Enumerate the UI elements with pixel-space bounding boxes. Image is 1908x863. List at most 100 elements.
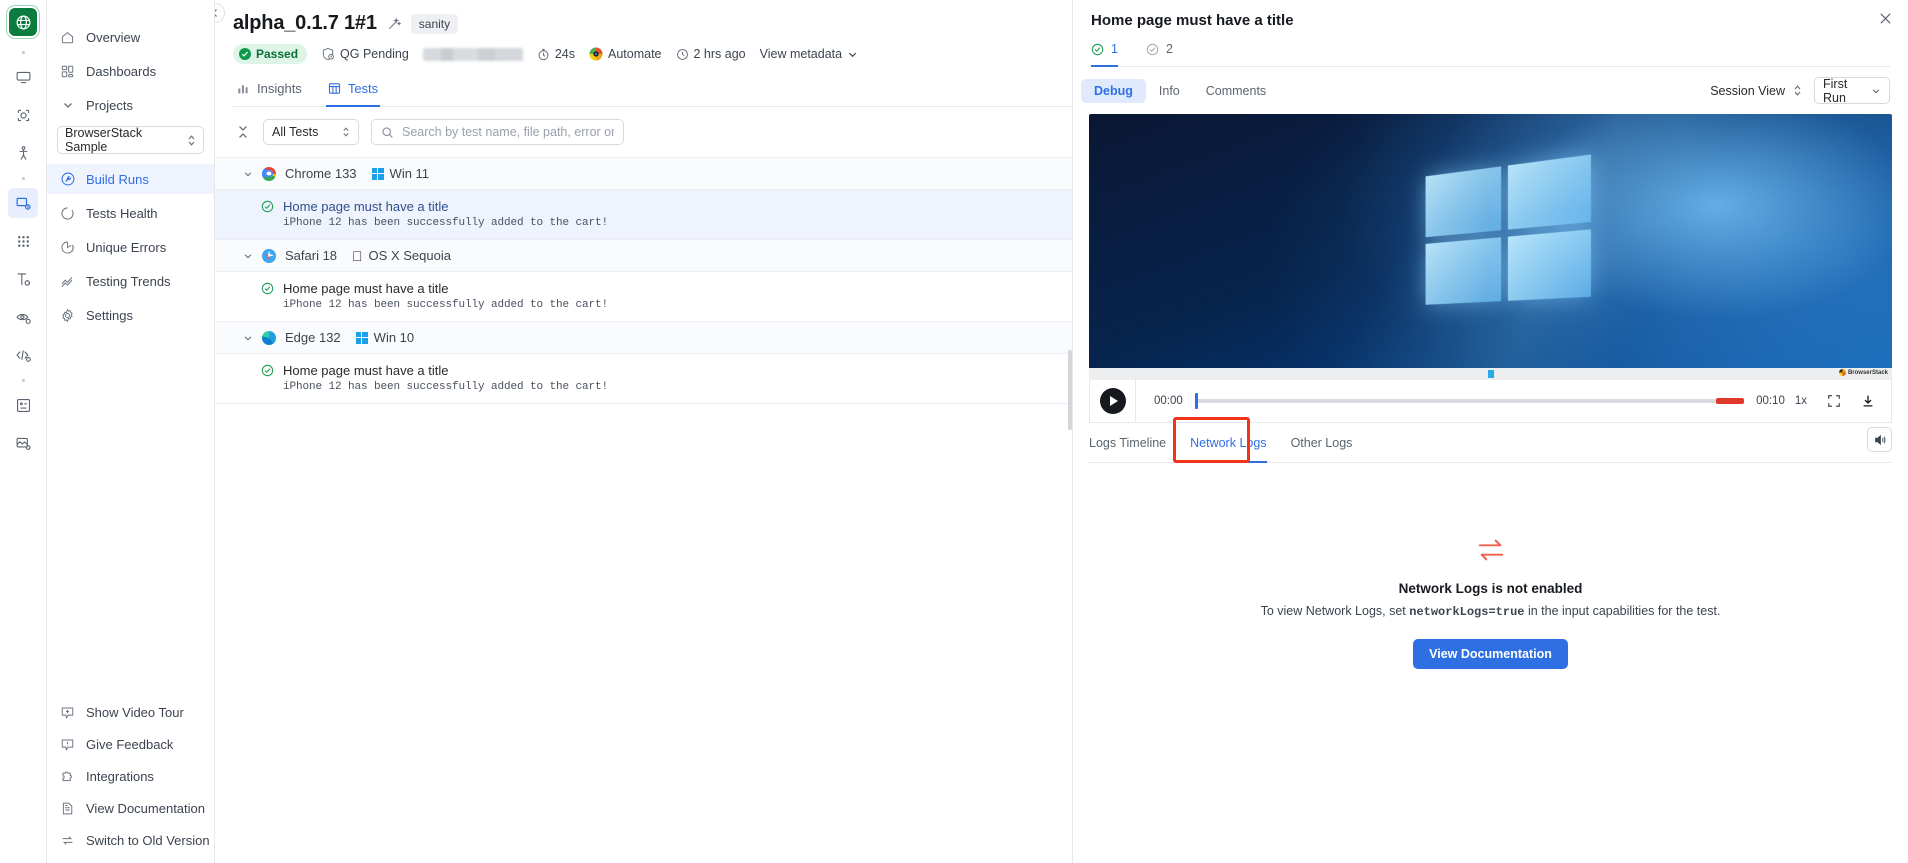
- project-select[interactable]: BrowserStack Sample: [57, 126, 204, 154]
- main-content: alpha_0.1.7 1#1 sanity Passed: [215, 0, 1072, 863]
- rail-test-management-icon[interactable]: [8, 264, 38, 294]
- sidebar-item-overview[interactable]: Overview: [47, 22, 214, 52]
- sidebar-bottom-group: Show Video Tour Give Feedback Integratio…: [47, 695, 214, 863]
- sidebar-item-show-video-tour[interactable]: Show Video Tour: [47, 697, 214, 727]
- stepper-arrows-icon: [187, 134, 196, 147]
- attempt-tab-1[interactable]: 1: [1091, 42, 1118, 67]
- rail-live-monitor-icon[interactable]: [8, 62, 38, 92]
- test-group-header[interactable]: Edge 132 Win 10: [215, 322, 1072, 354]
- close-icon[interactable]: [1879, 12, 1892, 25]
- view-documentation-button[interactable]: View Documentation: [1413, 639, 1568, 669]
- quality-gate-status[interactable]: QG Pending: [321, 47, 409, 61]
- check-circle-outline-icon: [261, 364, 274, 377]
- play-button-cell: [1090, 380, 1136, 423]
- table-row[interactable]: Home page must have a title iPhone 12 ha…: [215, 272, 1072, 322]
- chevron-down-icon: [59, 97, 76, 114]
- test-group-header[interactable]: Safari 18  OS X Sequoia: [215, 240, 1072, 272]
- chevron-down-icon[interactable]: [243, 169, 253, 179]
- tests-filter-select[interactable]: All Tests: [263, 119, 359, 145]
- rail-low-code-automation-icon[interactable]: [8, 302, 38, 332]
- sidebar-item-unique-errors[interactable]: Unique Errors: [47, 232, 214, 262]
- magic-wand-icon[interactable]: [387, 17, 401, 31]
- sidebar-item-label: Integrations: [86, 769, 154, 784]
- sidebar-item-label: Give Feedback: [86, 737, 173, 752]
- check-circle-icon: [1091, 43, 1104, 56]
- sidebar-item-tests-health[interactable]: Tests Health: [47, 198, 214, 228]
- fullscreen-icon[interactable]: [1827, 394, 1841, 408]
- tab-network-logs[interactable]: Network Logs: [1190, 436, 1266, 463]
- sidebar-item-label: Settings: [86, 308, 133, 323]
- attempt-tab-2[interactable]: 2: [1146, 42, 1173, 67]
- rail-code-quality-icon[interactable]: [8, 340, 38, 370]
- sidebar-item-build-runs[interactable]: Build Runs: [47, 164, 214, 194]
- test-group-browser: Safari 18: [285, 248, 337, 263]
- sidebar-item-switch-to-old-version[interactable]: Switch to Old Version: [47, 825, 214, 855]
- dashboard-grid-icon: [59, 63, 76, 80]
- sidebar-item-give-feedback[interactable]: Give Feedback: [47, 729, 214, 759]
- tab-info[interactable]: Info: [1146, 79, 1193, 103]
- sidebar-item-dashboards[interactable]: Dashboards: [47, 56, 214, 86]
- view-metadata-button[interactable]: View metadata: [760, 47, 858, 61]
- build-tag-chip[interactable]: sanity: [411, 14, 458, 34]
- taskbar-app-icon: [1488, 370, 1494, 378]
- status-badge-label: Passed: [256, 47, 298, 61]
- document-icon: [59, 800, 76, 817]
- tab-logs-timeline[interactable]: Logs Timeline: [1089, 436, 1166, 463]
- rail-test-observability-icon[interactable]: [8, 188, 38, 218]
- home-icon: [59, 29, 76, 46]
- build-product: Automate: [589, 47, 662, 61]
- redacted-build-id: [423, 48, 523, 61]
- test-group-header[interactable]: Chrome 133 Win 11: [215, 158, 1072, 190]
- test-detail-panel: Home page must have a title 1: [1072, 0, 1908, 863]
- check-circle-icon: [239, 48, 251, 60]
- run-select[interactable]: First Run: [1814, 77, 1890, 104]
- table-row[interactable]: Home page must have a title iPhone 12 ha…: [215, 354, 1072, 404]
- play-icon[interactable]: [1100, 388, 1126, 414]
- collapse-all-icon[interactable]: [237, 125, 251, 139]
- session-video[interactable]: [1089, 114, 1892, 368]
- browserstack-globe-logo-icon[interactable]: [9, 8, 37, 36]
- rail-accessibility-icon[interactable]: [8, 138, 38, 168]
- sidebar-group-projects[interactable]: Projects: [47, 90, 214, 120]
- clock-icon: [676, 48, 689, 61]
- tab-other-logs[interactable]: Other Logs: [1291, 436, 1353, 463]
- tab-insights[interactable]: Insights: [235, 75, 304, 107]
- sidebar-item-testing-trends[interactable]: Testing Trends: [47, 266, 214, 296]
- sidebar-item-integrations[interactable]: Integrations: [47, 761, 214, 791]
- stepper-arrows-icon: [342, 126, 350, 138]
- total-time: 00:10: [1756, 395, 1785, 407]
- video-scrubber[interactable]: [1195, 399, 1744, 403]
- search-input[interactable]: [402, 125, 614, 139]
- table-row[interactable]: Home page must have a title iPhone 12 ha…: [215, 190, 1072, 240]
- download-icon[interactable]: [1861, 394, 1875, 408]
- test-group-os: Win 11: [372, 166, 430, 181]
- test-group-os:  OS X Sequoia: [352, 248, 451, 263]
- tab-comments[interactable]: Comments: [1193, 79, 1279, 103]
- panel-tabs-right: Session View First Run: [1710, 77, 1890, 104]
- session-view-select[interactable]: Session View: [1710, 84, 1802, 98]
- test-detail-text: iPhone 12 has been successfully added to…: [215, 381, 1072, 393]
- gear-icon: [59, 307, 76, 324]
- playback-speed-button[interactable]: 1x: [1795, 395, 1807, 407]
- check-circle-outline-icon: [1146, 43, 1159, 56]
- tab-debug[interactable]: Debug: [1081, 79, 1146, 103]
- tests-search-box[interactable]: [371, 119, 624, 145]
- sidebar-item-view-documentation[interactable]: View Documentation: [47, 793, 214, 823]
- panel-resize-handle[interactable]: [1068, 350, 1072, 430]
- scrubber-handle[interactable]: [1195, 393, 1198, 409]
- empty-state-description: To view Network Logs, set networkLogs=tr…: [1261, 604, 1721, 619]
- sidebar-item-settings[interactable]: Settings: [47, 300, 214, 330]
- tab-tests[interactable]: Tests: [326, 75, 380, 107]
- rail-media-icon[interactable]: [8, 428, 38, 458]
- rail-grid-apps-icon[interactable]: [8, 226, 38, 256]
- build-meta-row: Passed QG Pending: [233, 44, 1072, 64]
- test-name-row: Home page must have a title: [215, 199, 1072, 214]
- rail-reports-icon[interactable]: [8, 390, 38, 420]
- sidebar-item-label: Overview: [86, 30, 140, 45]
- rail-app-live-icon[interactable]: [8, 100, 38, 130]
- health-circle-icon: [59, 205, 76, 222]
- chevron-down-icon[interactable]: [243, 333, 253, 343]
- chevron-down-icon[interactable]: [243, 251, 253, 261]
- rail-divider-dot: [8, 374, 38, 386]
- speaker-icon[interactable]: [1867, 427, 1892, 452]
